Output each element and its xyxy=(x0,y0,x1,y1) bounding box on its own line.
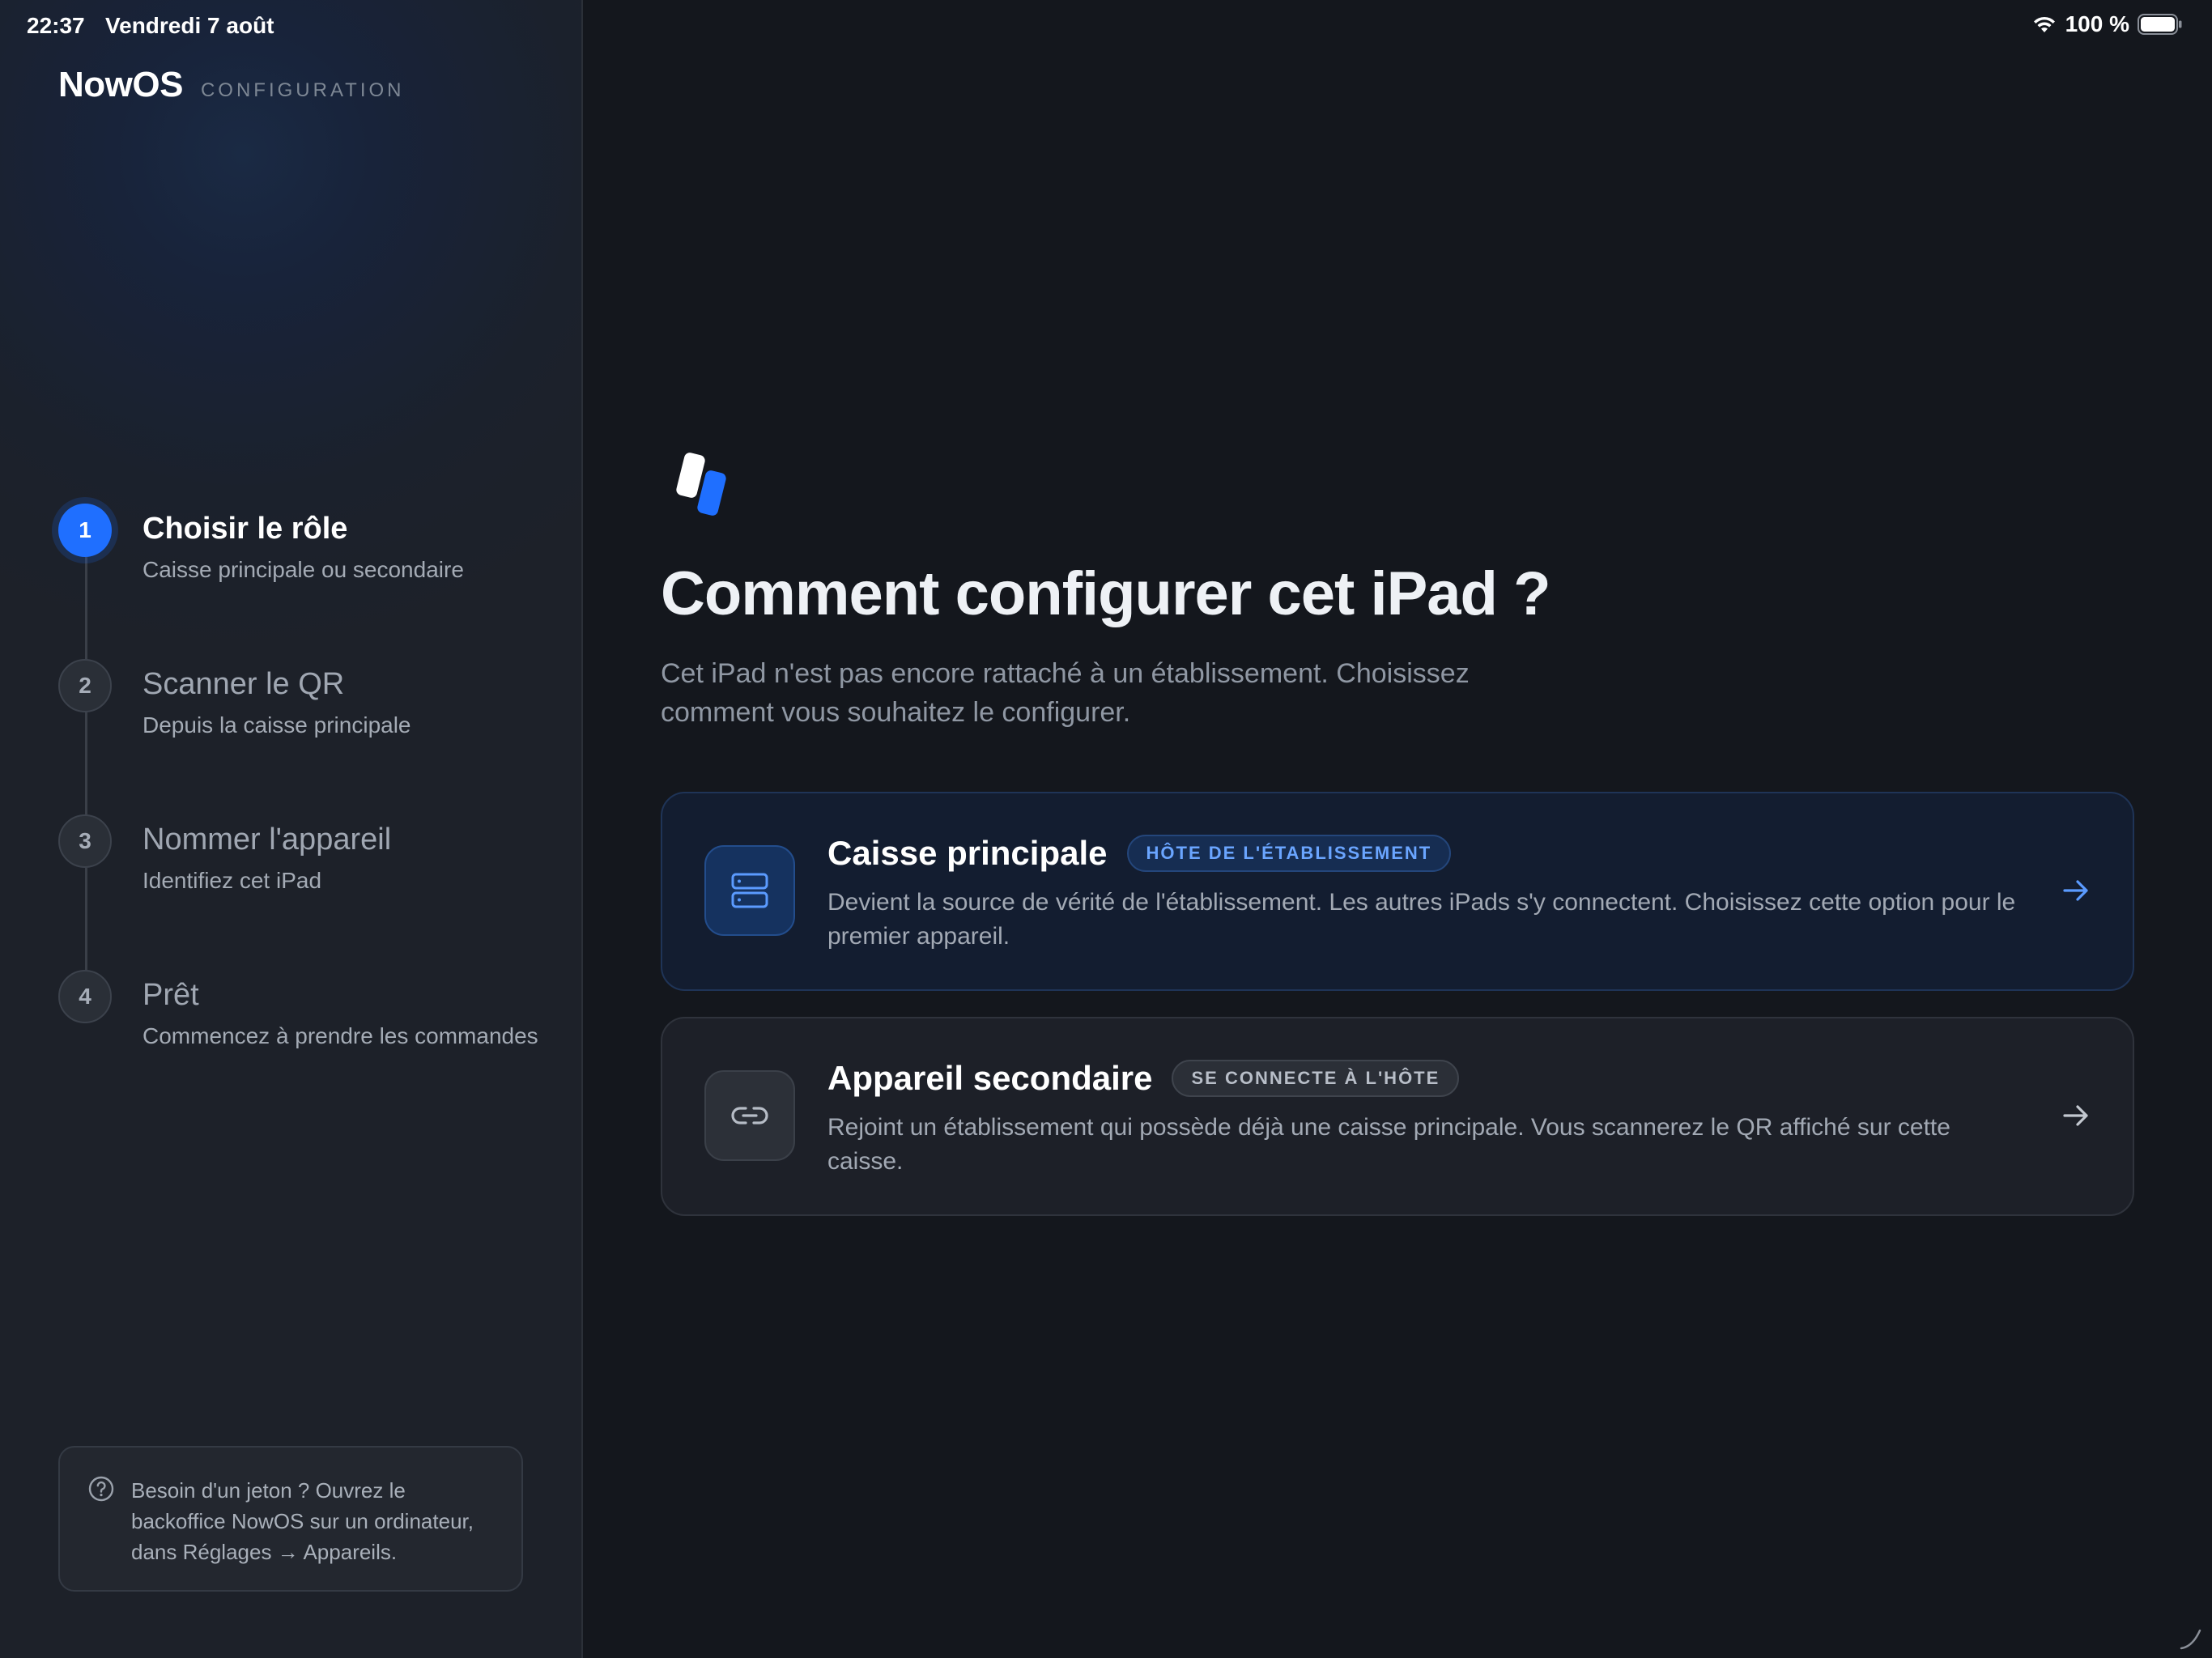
step-title: Scanner le QR xyxy=(143,667,345,701)
host-badge: HÔTE DE L'ÉTABLISSEMENT xyxy=(1126,835,1452,872)
page-title: Comment configurer cet iPad ? xyxy=(661,559,1551,628)
resize-corner-icon xyxy=(2180,1629,2201,1650)
step-choose-role: 1 Choisir le rôle Caisse principale ou s… xyxy=(58,504,576,593)
step-title: Choisir le rôle xyxy=(143,512,348,546)
step-name-device: 3 Nommer l'appareil Identifiez cet iPad xyxy=(58,814,576,903)
step-description: Depuis la caisse principale xyxy=(143,712,411,738)
question-icon xyxy=(88,1476,114,1502)
step-description: Caisse principale ou secondaire xyxy=(143,557,464,582)
link-icon xyxy=(731,1107,768,1124)
step-title: Prêt xyxy=(143,978,199,1012)
arrow-right-icon xyxy=(2063,1105,2088,1126)
client-badge: SE CONNECTE À L'HÔTE xyxy=(1172,1060,1460,1097)
status-indicators: 100 % xyxy=(2031,11,2183,37)
brand-subtitle: CONFIGURATION xyxy=(200,79,405,101)
card-description: Devient la source de vérité de l'établis… xyxy=(827,889,2016,950)
battery-icon xyxy=(2138,14,2182,35)
status-time: 22:37 xyxy=(27,13,85,38)
card-icon-box xyxy=(704,845,795,936)
sidebar: NowOS CONFIGURATION 1 Choisir le rôle Ca… xyxy=(0,0,583,1658)
step-number: 1 xyxy=(58,504,112,557)
option-primary-register[interactable]: Caisse principale HÔTE DE L'ÉTABLISSEMEN… xyxy=(661,792,2134,991)
page-subtitle: Cet iPad n'est pas encore rattaché à un … xyxy=(661,658,1470,728)
status-bar: 22:37 Vendredi 7 août 100 % xyxy=(0,0,2212,52)
step-ready: 4 Prêt Commencez à prendre les commandes xyxy=(58,970,576,1059)
step-description: Identifiez cet iPad xyxy=(143,868,322,893)
server-icon xyxy=(731,873,768,908)
wifi-icon xyxy=(2033,16,2055,32)
brand-name: NowOS xyxy=(58,65,183,104)
battery-percentage: 100 % xyxy=(2065,11,2129,36)
brand: NowOS CONFIGURATION xyxy=(58,65,405,105)
arrow-right-icon xyxy=(2063,880,2088,901)
card-header: Appareil secondaire SE CONNECTE À L'HÔTE xyxy=(827,1059,1460,1098)
help-box: Besoin d'un jeton ? Ouvrez le backoffice… xyxy=(58,1446,523,1592)
step-description: Commencez à prendre les commandes xyxy=(143,1023,538,1048)
main-content: Comment configurer cet iPad ? Cet iPad n… xyxy=(583,0,2212,1658)
option-secondary-device[interactable]: Appareil secondaire SE CONNECTE À L'HÔTE… xyxy=(661,1017,2134,1216)
card-description: Rejoint un établissement qui possède déj… xyxy=(827,1114,1950,1175)
step-title: Nommer l'appareil xyxy=(143,823,392,857)
step-number: 2 xyxy=(58,659,112,712)
step-number: 4 xyxy=(58,970,112,1023)
step-number: 3 xyxy=(58,814,112,868)
card-title: Caisse principale xyxy=(827,834,1108,872)
step-scan-qr: 2 Scanner le QR Depuis la caisse princip… xyxy=(58,659,576,748)
nowos-logo xyxy=(676,453,726,516)
card-header: Caisse principale HÔTE DE L'ÉTABLISSEMEN… xyxy=(827,834,1452,873)
card-title: Appareil secondaire xyxy=(827,1059,1153,1097)
help-text: Besoin d'un jeton ? Ouvrez le backoffice… xyxy=(131,1478,474,1564)
card-icon-box xyxy=(704,1070,795,1161)
status-date: Vendredi 7 août xyxy=(105,13,274,38)
